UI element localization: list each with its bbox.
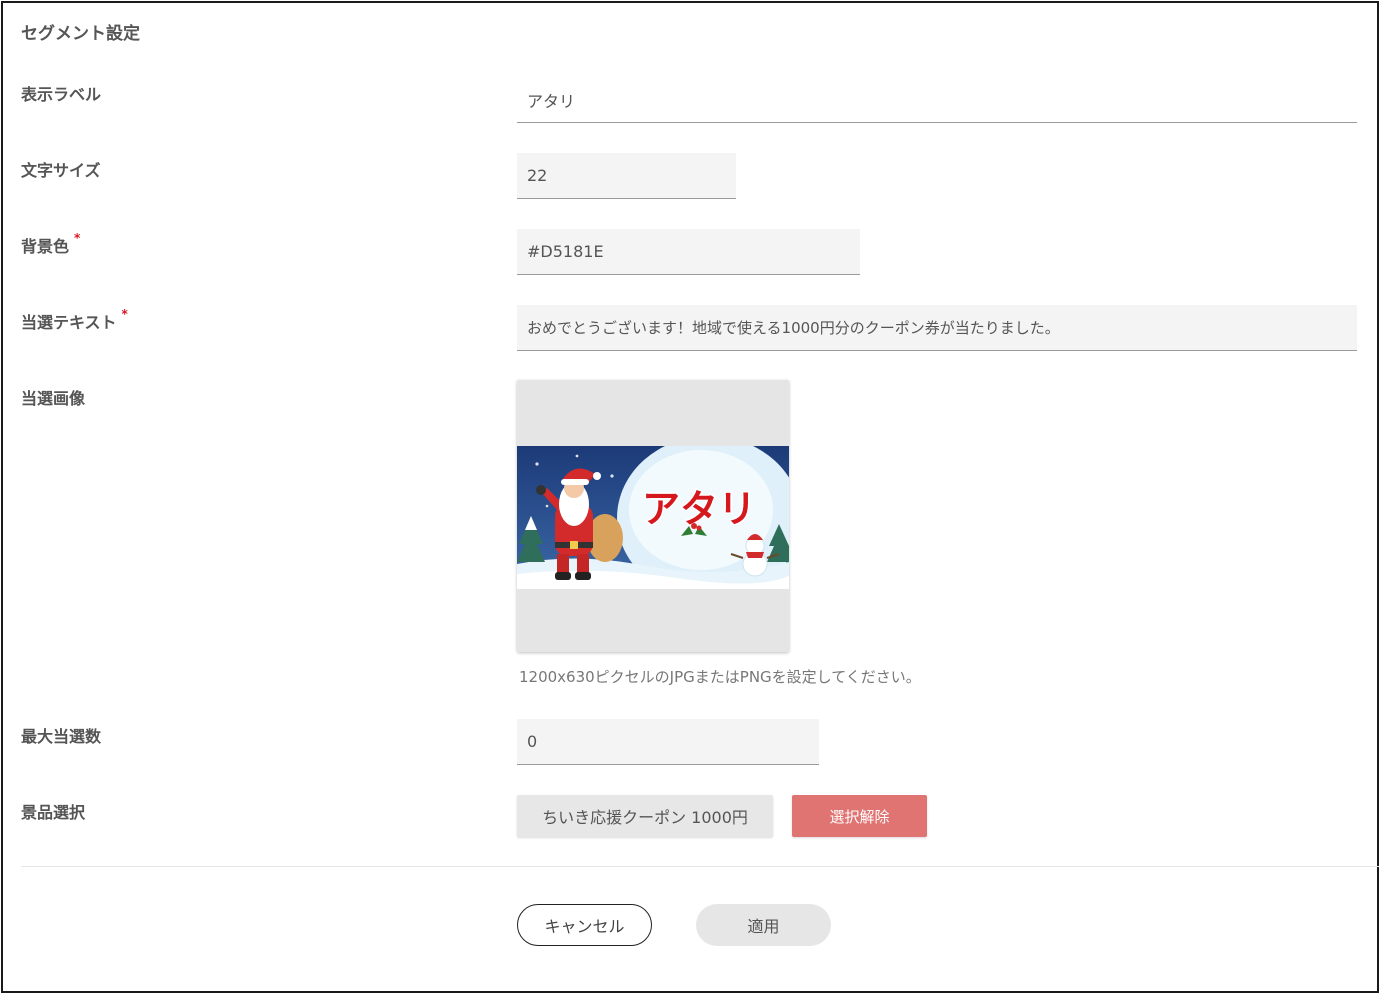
apply-button-label: 適用 <box>747 917 780 936</box>
font-size-value: 22 <box>527 166 548 185</box>
win-text-input[interactable]: おめでとうございます！地域で使える1000円分のクーポン券が当たりました。 <box>517 305 1357 351</box>
display-label-input[interactable]: アタリ <box>517 77 1357 123</box>
font-size-label-text: 文字サイズ <box>21 161 101 180</box>
bg-color-input[interactable]: #D5181E <box>517 229 860 275</box>
win-image-hint: 1200x630ピクセルのJPGまたはPNGを設定してください。 <box>519 668 921 686</box>
clear-selection-label: 選択解除 <box>829 807 890 826</box>
bg-color-value: #D5181E <box>527 242 604 261</box>
max-winners-value: 0 <box>527 732 538 751</box>
font-size-input[interactable]: 22 <box>517 153 736 199</box>
apply-button[interactable]: 適用 <box>696 904 831 946</box>
prize-select-label-text: 景品選択 <box>21 803 86 822</box>
dialog-title: セグメント設定 <box>21 24 140 44</box>
win-image-preview: アタリ <box>517 446 789 589</box>
prize-select-value: ちいき応援クーポン 1000円 <box>542 808 748 827</box>
win-text-label-text: 当選テキスト <box>21 313 117 332</box>
display-label-label: 表示ラベル <box>21 81 101 105</box>
bg-color-label-text: 背景色 <box>21 237 70 256</box>
bg-color-label: 背景色 * <box>21 231 81 257</box>
required-mark: * <box>121 307 128 321</box>
win-text-value: おめでとうございます！地域で使える1000円分のクーポン券が当たりました。 <box>527 319 1060 337</box>
segment-settings-dialog: セグメント設定 表示ラベル アタリ 文字サイズ 22 背景色 * #D5181E … <box>1 1 1379 993</box>
cancel-button[interactable]: キャンセル <box>517 904 652 946</box>
display-label-label-text: 表示ラベル <box>21 85 102 104</box>
required-mark: * <box>74 231 81 245</box>
win-image-label-text: 当選画像 <box>21 389 86 408</box>
display-label-value: アタリ <box>527 91 576 111</box>
prize-select-button[interactable]: ちいき応援クーポン 1000円 <box>517 795 773 837</box>
win-image-uploader[interactable]: アタリ <box>517 380 789 652</box>
max-winners-input[interactable]: 0 <box>517 719 819 765</box>
font-size-label: 文字サイズ <box>21 157 101 181</box>
prize-select-label: 景品選択 <box>21 799 85 823</box>
win-image-label: 当選画像 <box>21 385 85 409</box>
win-image-text: アタリ <box>642 487 756 531</box>
win-text-label: 当選テキスト * <box>21 307 128 333</box>
cancel-button-label: キャンセル <box>544 917 625 936</box>
clear-selection-button[interactable]: 選択解除 <box>792 795 927 837</box>
max-winners-label-text: 最大当選数 <box>21 727 102 746</box>
footer-divider <box>21 866 1379 867</box>
max-winners-label: 最大当選数 <box>21 723 101 747</box>
